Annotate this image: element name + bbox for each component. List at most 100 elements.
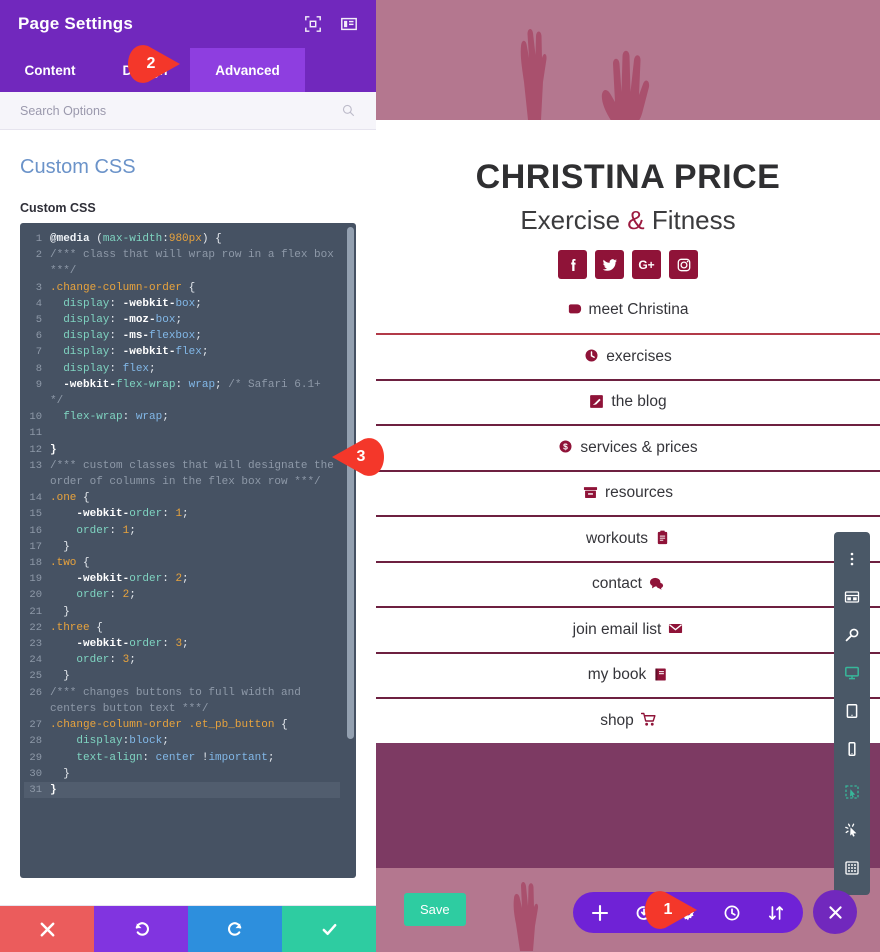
menu-item-join-email-list[interactable]: join email list — [376, 606, 880, 652]
code-line: 9 -webkit-flex-wrap: wrap; /* Safari 6.1… — [24, 377, 340, 409]
code-line: 2 /*** class that will wrap row in a flex… — [24, 247, 340, 279]
line-text: .two { — [50, 557, 90, 570]
menu-item-contact[interactable]: contact — [376, 560, 880, 606]
menu-item-label: join email list — [572, 620, 662, 638]
line-number: 12 — [29, 443, 42, 456]
clock-icon — [584, 348, 599, 365]
code-scrollbar[interactable] — [347, 227, 354, 739]
line-text: /*** class that will wrap row in a flex … — [50, 249, 341, 278]
panel-action-bar — [0, 905, 376, 952]
line-number: 1 — [35, 233, 42, 245]
line-text: -webkit-flex-wrap: wrap; /* Safari 6.1+ … — [50, 378, 328, 408]
custom-css-code-editor[interactable]: 1 @media (max-width:980px) { 2 /*** class t… — [20, 223, 356, 878]
wireframe-icon[interactable] — [834, 578, 870, 616]
menu-item-exercises[interactable]: exercises — [376, 333, 880, 379]
code-line: 16 order: 1; — [24, 523, 340, 539]
phone-icon[interactable] — [834, 730, 870, 768]
google-plus-icon[interactable]: G+ — [632, 250, 661, 279]
line-number: 27 — [29, 719, 42, 732]
line-number: 7 — [35, 346, 42, 359]
select-icon[interactable] — [834, 773, 870, 811]
menu-item-shop[interactable]: shop — [376, 697, 880, 743]
search-icon — [341, 103, 356, 118]
search-input[interactable] — [20, 103, 341, 118]
history-icon[interactable] — [723, 904, 741, 922]
settings-tabbar: Content Design Advanced — [0, 48, 376, 92]
social-links: G+ — [376, 250, 880, 279]
line-number: 4 — [35, 297, 42, 310]
hand-silhouette-right — [601, 50, 650, 122]
line-number: 29 — [29, 751, 42, 764]
archive-icon — [583, 485, 598, 502]
marker-label: 1 — [663, 901, 673, 918]
menu-item-resources[interactable]: resources — [376, 469, 880, 515]
line-text: order: 3; — [76, 654, 136, 667]
zoom-icon[interactable] — [834, 616, 870, 654]
code-line: 30 } — [24, 766, 340, 782]
meet-christina-link[interactable]: meet Christina — [376, 301, 880, 319]
pencil-icon — [589, 394, 604, 411]
book-icon — [653, 667, 668, 684]
line-text: display: -webkit-box; — [63, 297, 202, 310]
line-text: .change-column-order .et_pb_button { — [50, 719, 288, 732]
dollar-icon: $ — [558, 439, 573, 456]
code-line: 7 display: -webkit-flex; — [24, 344, 340, 360]
close-icon — [40, 922, 54, 936]
line-text: display: -ms-flexbox; — [63, 330, 202, 343]
kebab-menu-icon[interactable] — [834, 540, 870, 578]
line-text: /*** custom classes that will designate … — [50, 459, 341, 489]
page-title: Page Settings — [18, 14, 134, 33]
instagram-icon[interactable] — [669, 250, 698, 279]
twitter-icon[interactable] — [595, 250, 624, 279]
save-button[interactable]: Save — [404, 893, 466, 926]
line-number: 8 — [35, 362, 42, 375]
line-number: 14 — [29, 492, 42, 505]
menu-item-workouts[interactable]: workouts — [376, 515, 880, 561]
code-line: 23 -webkit-order: 3; — [24, 636, 340, 652]
line-number: 10 — [29, 411, 42, 424]
tab-content[interactable]: Content — [0, 48, 100, 92]
code-lines[interactable]: 1 @media (max-width:980px) { 2 /*** class t… — [20, 223, 356, 878]
fullscreen-icon[interactable] — [304, 15, 322, 33]
subtitle-part1: Exercise — [520, 205, 628, 235]
site-preview: CHRISTINA PRICE Exercise & Fitness G+ me… — [376, 0, 880, 952]
close-builder-button[interactable] — [813, 890, 857, 934]
menu-item-label: the blog — [611, 393, 667, 411]
line-text: -webkit-order: 3; — [76, 638, 189, 651]
desktop-icon[interactable] — [834, 654, 870, 692]
code-line: 24 order: 3; — [24, 652, 340, 668]
code-line: 26 /*** changes buttons to full width and… — [24, 685, 340, 717]
tablet-icon[interactable] — [834, 692, 870, 730]
undo-button[interactable] — [94, 906, 188, 952]
code-line: 20 order: 2; — [24, 587, 340, 603]
panel-layout-icon[interactable] — [340, 15, 358, 33]
menu-item-services-prices[interactable]: $ services & prices — [376, 424, 880, 470]
redo-button[interactable] — [188, 906, 282, 952]
line-text: @media (max-width:980px) { — [50, 233, 222, 245]
code-line: 18 .two { — [24, 555, 340, 571]
apply-button[interactable] — [282, 906, 376, 952]
panel-header: Page Settings — [0, 0, 376, 48]
sort-icon[interactable] — [767, 904, 785, 922]
panel-body: Custom CSS Custom CSS 1 @media (max-width… — [0, 130, 376, 905]
click-icon[interactable] — [834, 811, 870, 849]
callout-marker-2: 2 — [128, 44, 180, 84]
line-text: } — [50, 783, 57, 796]
line-number: 2 — [35, 249, 42, 262]
facebook-icon[interactable] — [558, 250, 587, 279]
chat-icon — [649, 576, 664, 593]
menu-item-the-blog[interactable]: the blog — [376, 378, 880, 424]
hand-silhouette-footer — [513, 882, 539, 951]
grid-icon[interactable] — [834, 849, 870, 887]
line-text: display:block; — [76, 735, 169, 748]
hand-silhouette-left — [520, 28, 547, 120]
line-number: 21 — [29, 605, 42, 618]
plus-icon[interactable] — [591, 904, 609, 922]
cancel-button[interactable] — [0, 906, 94, 952]
line-text: display: -moz-box; — [63, 314, 183, 327]
page-settings-panel: Page Settings Content Design Advanced — [0, 0, 376, 952]
line-number: 24 — [29, 654, 42, 667]
tab-advanced[interactable]: Advanced — [190, 48, 305, 92]
menu-item-my-book[interactable]: my book — [376, 651, 880, 697]
code-line: 15 -webkit-order: 1; — [24, 506, 340, 522]
